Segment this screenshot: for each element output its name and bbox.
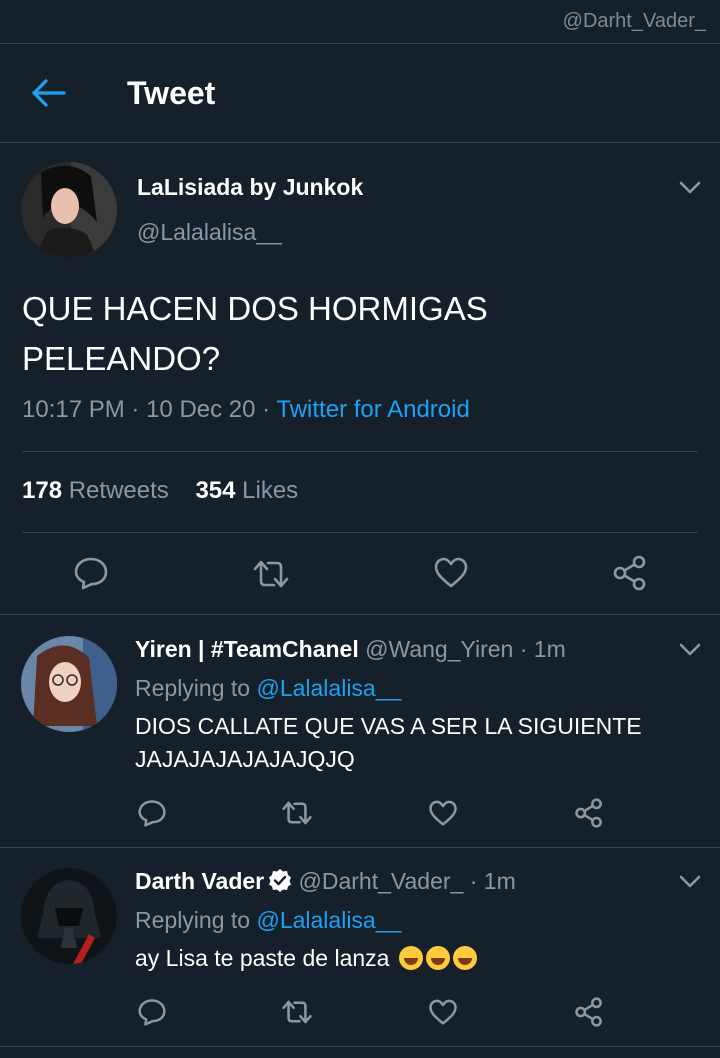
- replying-to-handle[interactable]: @Lalalalisa__: [256, 675, 401, 701]
- replying-to-label: Replying to: [135, 675, 251, 701]
- share-icon: [575, 997, 602, 1027]
- reply-text: DIOS CALLATE QUE VAS A SER LA SIGUIENTE …: [135, 713, 642, 772]
- heart-icon: [434, 557, 468, 588]
- divider: [0, 847, 720, 848]
- author-handle[interactable]: @Lalalalisa__: [137, 219, 282, 246]
- tweet-text: QUE HACEN DOS HORMIGAS PELEANDO?: [22, 290, 488, 377]
- share-icon: [575, 798, 602, 828]
- reply-author: Darth Vader @Darht_Vader_ · 1m: [135, 868, 516, 895]
- tweet-date: 10 Dec 20: [146, 396, 256, 423]
- verified-badge-icon: [269, 869, 292, 892]
- divider: [0, 142, 720, 143]
- reply-text-container: ay Lisa te paste de lanza: [135, 942, 695, 975]
- reply-author-handle[interactable]: @Darht_Vader_: [299, 868, 464, 894]
- chevron-down-icon: [679, 643, 701, 656]
- rofl-emoji-icon: [425, 946, 450, 970]
- tweet-stats: 178 Retweets 354 Likes: [22, 477, 298, 505]
- replying-to-label: Replying to: [135, 907, 251, 933]
- tweet-time: 10:17 PM: [22, 396, 125, 423]
- reply-time: 1m: [483, 868, 516, 894]
- watermark: @Darht_Vader_: [562, 10, 706, 32]
- retweets-stat[interactable]: 178 Retweets: [22, 477, 169, 504]
- more-options-button[interactable]: [679, 181, 701, 195]
- author-avatar[interactable]: [21, 162, 117, 258]
- share-button[interactable]: [612, 555, 648, 591]
- likes-stat[interactable]: 354 Likes: [195, 477, 298, 504]
- reply-author-handle[interactable]: @Wang_Yiren: [365, 636, 513, 662]
- tweet-source-link[interactable]: Twitter for Android: [276, 396, 469, 423]
- rofl-emoji-icon: [452, 946, 477, 970]
- retweet-button[interactable]: [281, 800, 313, 826]
- reply-avatar[interactable]: [21, 868, 117, 964]
- separator: ·: [262, 396, 271, 423]
- reply-more-options-button[interactable]: [679, 875, 701, 889]
- replying-to-handle[interactable]: @Lalalalisa__: [256, 907, 401, 933]
- retweet-button[interactable]: [281, 999, 313, 1025]
- divider: [22, 451, 698, 452]
- separator: ·: [131, 396, 140, 423]
- retweet-icon: [253, 560, 289, 588]
- reply-button[interactable]: [137, 799, 167, 827]
- likes-label: Likes: [242, 477, 299, 504]
- reply-author: Yiren | #TeamChanel @Wang_Yiren · 1m: [135, 636, 566, 663]
- like-button[interactable]: [428, 800, 458, 827]
- reply-icon: [138, 800, 166, 827]
- reply-author-name[interactable]: Yiren | #TeamChanel: [135, 636, 359, 662]
- reply-author-name[interactable]: Darth Vader: [135, 868, 264, 894]
- replying-to: Replying to @Lalalalisa__: [135, 907, 401, 934]
- divider: [0, 614, 720, 615]
- rofl-emoji-icon: [398, 946, 423, 970]
- reply-button[interactable]: [73, 556, 109, 590]
- retweets-label: Retweets: [68, 477, 169, 504]
- share-button[interactable]: [574, 997, 604, 1027]
- reply-time: 1m: [533, 636, 566, 662]
- retweet-icon: [282, 801, 312, 825]
- reply-icon: [74, 557, 108, 590]
- share-icon: [613, 555, 646, 591]
- heart-icon: [429, 800, 457, 826]
- retweet-icon: [282, 1000, 312, 1024]
- replying-to: Replying to @Lalalalisa__: [135, 675, 401, 702]
- arrow-left-icon: [32, 79, 66, 107]
- like-button[interactable]: [428, 999, 458, 1026]
- reply-icon: [138, 999, 166, 1026]
- chevron-down-icon: [679, 875, 701, 888]
- chevron-down-icon: [679, 181, 701, 194]
- reply-button[interactable]: [137, 998, 167, 1026]
- page-title: Tweet: [127, 75, 216, 111]
- reply-avatar[interactable]: [21, 636, 117, 732]
- divider: [22, 532, 698, 533]
- retweet-button[interactable]: [252, 559, 290, 589]
- share-button[interactable]: [574, 798, 604, 828]
- separator: ·: [469, 868, 478, 894]
- top-bar: Tweet: [0, 44, 720, 142]
- like-button[interactable]: [433, 557, 469, 589]
- divider: [0, 1046, 720, 1047]
- back-button[interactable]: [30, 78, 68, 108]
- author-name[interactable]: LaLisiada by Junkok: [137, 174, 363, 201]
- reply-text: ay Lisa te paste de lanza: [135, 945, 390, 971]
- likes-count: 354: [195, 477, 236, 504]
- heart-icon: [429, 999, 457, 1025]
- separator: ·: [519, 636, 528, 662]
- tweet-meta: 10:17 PM · 10 Dec 20 · Twitter for Andro…: [22, 396, 470, 424]
- reply-more-options-button[interactable]: [679, 643, 701, 657]
- retweets-count: 178: [22, 477, 63, 504]
